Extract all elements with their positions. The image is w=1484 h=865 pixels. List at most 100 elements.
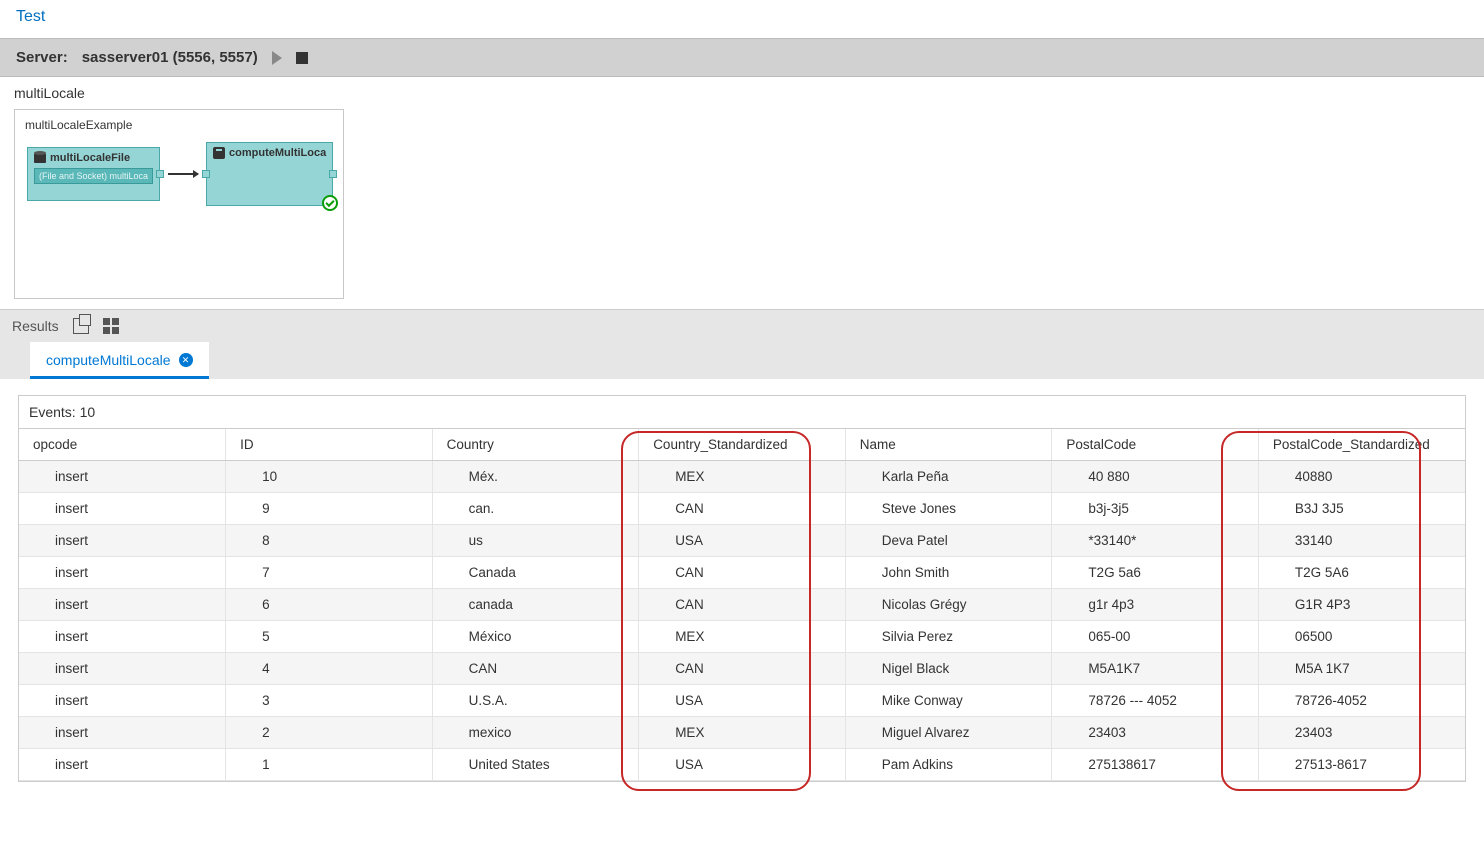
table-cell: insert — [19, 525, 226, 557]
table-cell: México — [432, 621, 639, 653]
table-cell: Nigel Black — [845, 653, 1052, 685]
top-bar: Test — [0, 0, 1484, 38]
table-cell: Pam Adkins — [845, 749, 1052, 781]
events-panel: Events: 10 opcode ID Country Country_Sta… — [18, 395, 1466, 782]
table-cell: canada — [432, 589, 639, 621]
diagram-container[interactable]: multiLocaleExample multiLocaleFile (File… — [14, 109, 344, 299]
node-output-port[interactable] — [156, 170, 164, 178]
table-row[interactable]: insert8usUSADeva Patel*33140*33140 — [19, 525, 1465, 557]
table-cell: John Smith — [845, 557, 1052, 589]
col-postalcode-std[interactable]: PostalCode_Standardized — [1258, 429, 1465, 461]
table-cell: insert — [19, 589, 226, 621]
table-cell: CAN — [639, 653, 846, 685]
table-cell: T2G 5A6 — [1258, 557, 1465, 589]
test-link[interactable]: Test — [16, 8, 45, 25]
table-row[interactable]: insert6canadaCANNicolas Grégyg1r 4p3G1R … — [19, 589, 1465, 621]
tab-computemultilocale[interactable]: computeMultiLocale — [30, 342, 209, 379]
table-row[interactable]: insert5MéxicoMEXSilvia Perez065-0006500 — [19, 621, 1465, 653]
success-badge-icon — [322, 195, 338, 211]
table-cell: 78726-4052 — [1258, 685, 1465, 717]
table-cell: insert — [19, 621, 226, 653]
table-cell: 1 — [226, 749, 433, 781]
table-cell: g1r 4p3 — [1052, 589, 1259, 621]
node2-title: computeMultiLoca — [229, 147, 326, 159]
server-label: Server: — [16, 49, 68, 66]
node1-subtitle: (File and Socket) multiLoca — [34, 168, 153, 184]
table-row[interactable]: insert1United StatesUSAPam Adkins2751386… — [19, 749, 1465, 781]
table-cell: Méx. — [432, 461, 639, 493]
close-tab-icon[interactable] — [179, 353, 193, 367]
table-cell: Miguel Alvarez — [845, 717, 1052, 749]
table-row[interactable]: insert3U.S.A.USAMike Conway78726 --- 405… — [19, 685, 1465, 717]
table-cell: Steve Jones — [845, 493, 1052, 525]
canvas-title: multiLocale — [0, 77, 1484, 105]
table-cell: 8 — [226, 525, 433, 557]
table-cell: 10 — [226, 461, 433, 493]
table-cell: CAN — [432, 653, 639, 685]
col-name[interactable]: Name — [845, 429, 1052, 461]
stop-icon[interactable] — [296, 52, 308, 64]
events-count: Events: 10 — [19, 396, 1465, 429]
node-output-port[interactable] — [329, 170, 337, 178]
table-cell: Silvia Perez — [845, 621, 1052, 653]
table-cell: USA — [639, 525, 846, 557]
table-cell: *33140* — [1052, 525, 1259, 557]
table-cell: M5A1K7 — [1052, 653, 1259, 685]
copy-icon[interactable] — [73, 318, 89, 334]
database-icon — [34, 153, 46, 163]
table-cell: 3 — [226, 685, 433, 717]
node-computemultiloca[interactable]: computeMultiLoca — [206, 142, 333, 206]
results-table: opcode ID Country Country_Standardized N… — [19, 429, 1465, 781]
tab-label: computeMultiLocale — [46, 352, 171, 368]
table-cell: 33140 — [1258, 525, 1465, 557]
table-cell: M5A 1K7 — [1258, 653, 1465, 685]
col-country-std[interactable]: Country_Standardized — [639, 429, 846, 461]
table-cell: MEX — [639, 621, 846, 653]
table-cell: insert — [19, 717, 226, 749]
table-cell: USA — [639, 749, 846, 781]
col-id[interactable]: ID — [226, 429, 433, 461]
grid-view-icon[interactable] — [103, 318, 119, 334]
table-cell: 40 880 — [1052, 461, 1259, 493]
table-cell: Nicolas Grégy — [845, 589, 1052, 621]
diagram-label: multiLocaleExample — [21, 116, 337, 134]
table-row[interactable]: insert9can.CANSteve Jonesb3j-3j5B3J 3J5 — [19, 493, 1465, 525]
table-cell: 40880 — [1258, 461, 1465, 493]
table-cell: 23403 — [1258, 717, 1465, 749]
table-row[interactable]: insert2mexicoMEXMiguel Alvarez2340323403 — [19, 717, 1465, 749]
table-cell: B3J 3J5 — [1258, 493, 1465, 525]
results-toolbar: Results — [0, 309, 1484, 342]
table-cell: insert — [19, 749, 226, 781]
table-cell: 2 — [226, 717, 433, 749]
table-header-row: opcode ID Country Country_Standardized N… — [19, 429, 1465, 461]
table-cell: T2G 5a6 — [1052, 557, 1259, 589]
table-cell: G1R 4P3 — [1258, 589, 1465, 621]
table-cell: 6 — [226, 589, 433, 621]
table-cell: b3j-3j5 — [1052, 493, 1259, 525]
table-cell: 23403 — [1052, 717, 1259, 749]
table-row[interactable]: insert7CanadaCANJohn SmithT2G 5a6T2G 5A6 — [19, 557, 1465, 589]
table-cell: U.S.A. — [432, 685, 639, 717]
table-cell: MEX — [639, 461, 846, 493]
table-cell: USA — [639, 685, 846, 717]
table-cell: 27513-8617 — [1258, 749, 1465, 781]
table-cell: Karla Peña — [845, 461, 1052, 493]
table-cell: Canada — [432, 557, 639, 589]
results-tabs: computeMultiLocale — [0, 342, 1484, 379]
table-cell: Deva Patel — [845, 525, 1052, 557]
col-country[interactable]: Country — [432, 429, 639, 461]
table-cell: 275138617 — [1052, 749, 1259, 781]
col-postalcode[interactable]: PostalCode — [1052, 429, 1259, 461]
table-cell: MEX — [639, 717, 846, 749]
table-cell: CAN — [639, 493, 846, 525]
node-input-port[interactable] — [202, 170, 210, 178]
table-row[interactable]: insert10Méx.MEXKarla Peña40 88040880 — [19, 461, 1465, 493]
table-cell: 5 — [226, 621, 433, 653]
table-cell: insert — [19, 493, 226, 525]
node1-title: multiLocaleFile — [50, 152, 130, 164]
play-icon[interactable] — [272, 51, 282, 65]
col-opcode[interactable]: opcode — [19, 429, 226, 461]
node-multilocalefile[interactable]: multiLocaleFile (File and Socket) multiL… — [27, 147, 160, 201]
table-row[interactable]: insert4CANCANNigel BlackM5A1K7M5A 1K7 — [19, 653, 1465, 685]
table-cell: insert — [19, 461, 226, 493]
